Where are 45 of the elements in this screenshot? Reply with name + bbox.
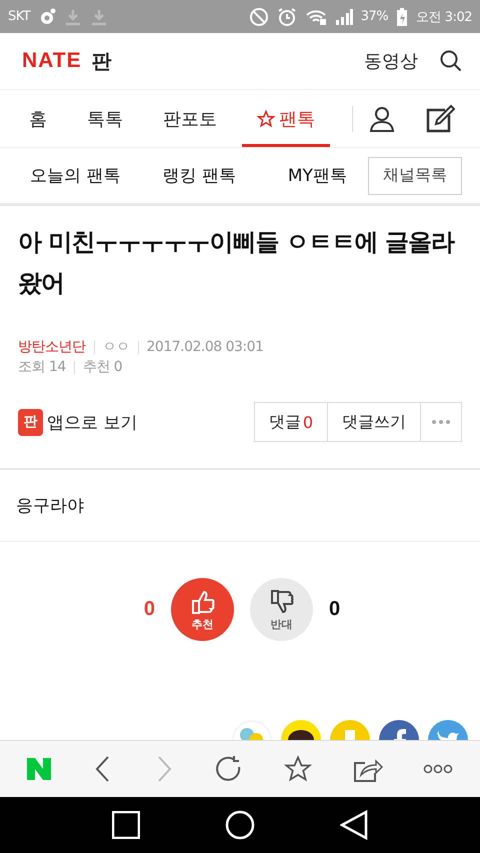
post-body: 응구라야 xyxy=(0,470,480,542)
nav-tab[interactable]: 홈 xyxy=(14,90,62,147)
author: ㅇㅇ xyxy=(102,338,130,356)
carrier: SKT xyxy=(8,9,30,24)
logo[interactable]: NATE xyxy=(22,49,82,73)
nav-tab[interactable]: 팬톡 xyxy=(242,90,330,147)
downvote-count: 0 xyxy=(329,598,340,621)
clock: 오전 3:02 xyxy=(416,8,472,26)
download-icon xyxy=(64,8,82,26)
recent-apps-icon[interactable] xyxy=(112,811,140,839)
subnav-link[interactable]: MY팬톡 xyxy=(288,164,347,187)
subnav-link[interactable]: 오늘의 팬톡 xyxy=(30,164,120,187)
notification-icon xyxy=(38,8,56,26)
view-count: 조회 14 xyxy=(18,358,66,376)
battery-icon xyxy=(396,6,408,26)
signal-icon xyxy=(334,8,353,26)
nav-tab[interactable]: 톡톡 xyxy=(72,90,138,147)
home-icon[interactable] xyxy=(224,810,255,840)
channel-list-button[interactable]: 채널목록 xyxy=(368,156,462,194)
video-link[interactable]: 동영상 xyxy=(364,49,418,73)
more-icon[interactable] xyxy=(423,764,454,774)
wifi-icon xyxy=(304,8,327,26)
block-icon xyxy=(248,6,269,26)
app-badge[interactable]: 판 xyxy=(18,408,43,436)
open-in-app-link[interactable]: 앱으로 보기 xyxy=(47,410,138,434)
logo-suffix: 판 xyxy=(92,48,112,74)
battery-level: 37% xyxy=(360,9,388,24)
alarm-icon xyxy=(276,6,297,26)
download-icon xyxy=(90,8,108,26)
nav-tab[interactable]: 판포토 xyxy=(148,90,232,147)
reload-icon[interactable] xyxy=(214,755,243,783)
post-date: 2017.02.08 03:01 xyxy=(146,339,264,355)
star-icon xyxy=(257,110,275,128)
channel-link[interactable]: 방탄소년단 xyxy=(18,338,86,356)
upvote-button[interactable]: 추천 xyxy=(171,578,234,641)
upvote-count: 0 xyxy=(144,598,155,621)
facebook-icon[interactable] xyxy=(379,720,419,740)
back-icon[interactable] xyxy=(340,810,368,840)
recommend-count: 추천 0 xyxy=(82,358,122,376)
subnav-link[interactable]: 랭킹 팬톡 xyxy=(162,164,236,187)
post-title: 아 미친ㅜㅜㅜㅜㅜ이삐들 ㅇㅌㅌ에 글올라왔어 xyxy=(18,227,456,299)
more-icon xyxy=(431,419,451,425)
bookmark-star-icon[interactable] xyxy=(284,755,312,783)
downvote-button[interactable]: 반대 xyxy=(250,578,313,641)
search-icon[interactable] xyxy=(440,50,462,72)
